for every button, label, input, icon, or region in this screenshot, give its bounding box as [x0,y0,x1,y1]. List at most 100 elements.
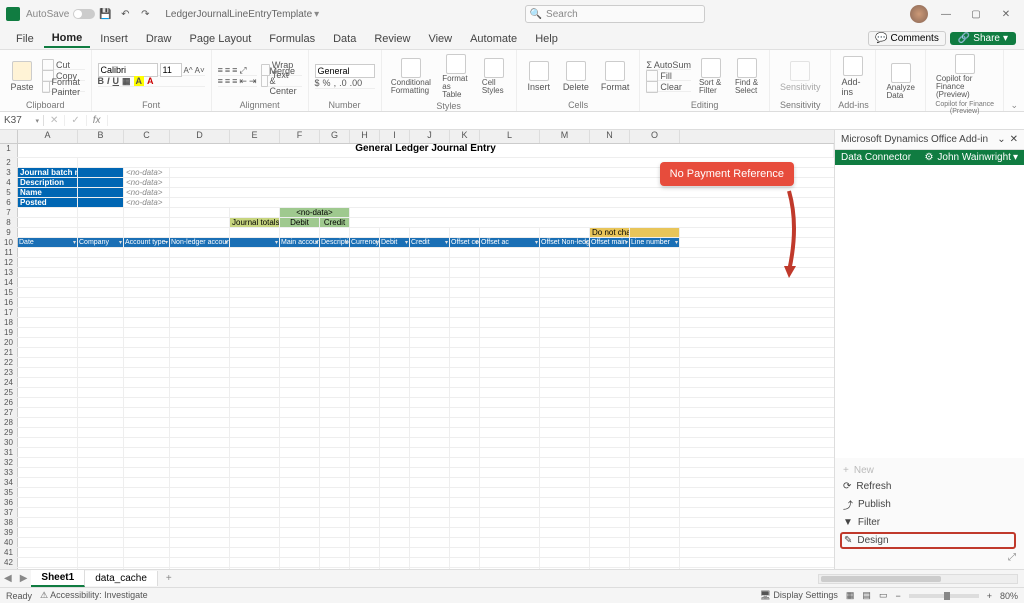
cell[interactable] [350,318,380,327]
cell[interactable] [170,218,230,227]
cell[interactable]: Offset main a [590,238,630,247]
cell[interactable] [350,568,380,569]
comments-button[interactable]: 💬 Comments [868,31,946,46]
cell[interactable] [630,398,680,407]
cell[interactable] [124,478,170,487]
cell[interactable] [590,378,630,387]
cell[interactable] [280,388,320,397]
cell[interactable] [380,378,410,387]
cell[interactable] [590,298,630,307]
cell[interactable] [480,488,540,497]
copilot-finance-button[interactable]: Copilot for Finance (Preview) [932,52,998,101]
cell[interactable] [280,418,320,427]
cell[interactable] [450,268,480,277]
cell[interactable] [280,358,320,367]
cell[interactable] [350,458,380,467]
cell[interactable] [124,568,170,569]
cell[interactable] [18,548,78,557]
cell[interactable] [320,568,350,569]
cell[interactable] [280,248,320,257]
row-header[interactable]: 33 [0,468,18,477]
cell[interactable] [170,308,230,317]
cell[interactable] [350,528,380,537]
cell[interactable] [280,408,320,417]
cell[interactable] [380,518,410,527]
cell[interactable] [320,228,350,237]
cell[interactable] [78,438,124,447]
cell[interactable] [280,478,320,487]
cell[interactable]: Date [18,238,78,247]
cell[interactable] [78,558,124,567]
cell[interactable] [630,328,680,337]
cell[interactable] [450,398,480,407]
cell[interactable] [230,498,280,507]
cell[interactable] [590,448,630,457]
cell[interactable] [230,508,280,517]
cell[interactable] [280,288,320,297]
row-header[interactable]: 40 [0,538,18,547]
cell[interactable] [630,508,680,517]
cell[interactable]: Offset company [450,238,480,247]
cell[interactable] [590,518,630,527]
cell[interactable] [18,248,78,257]
col-header[interactable]: L [480,130,540,143]
cell[interactable] [124,358,170,367]
indent-dec-icon[interactable]: ⇤ [239,76,247,87]
cell[interactable] [124,318,170,327]
cell[interactable] [630,528,680,537]
cell[interactable] [630,408,680,417]
document-title[interactable]: LedgerJournalLineEntryTemplate [165,9,312,20]
cell[interactable] [540,468,590,477]
cell[interactable]: Debit [380,238,410,247]
select-all-corner[interactable] [0,130,18,143]
cell[interactable] [78,218,124,227]
cell[interactable] [124,368,170,377]
cell[interactable]: Name [18,188,78,197]
cell[interactable] [124,288,170,297]
cell[interactable] [350,378,380,387]
cell[interactable] [170,408,230,417]
row-header[interactable]: 22 [0,358,18,367]
cell[interactable] [630,548,680,557]
cell[interactable] [320,258,350,267]
cell[interactable] [280,278,320,287]
cell[interactable] [78,398,124,407]
cell[interactable] [18,508,78,517]
cell[interactable] [230,518,280,527]
cell[interactable]: Journal totals [230,218,280,227]
cell[interactable] [630,248,680,257]
cell[interactable] [280,318,320,327]
cell[interactable] [590,538,630,547]
cell[interactable] [480,318,540,327]
cell[interactable] [230,568,280,569]
cell[interactable] [540,538,590,547]
row-header[interactable]: 25 [0,388,18,397]
cell[interactable] [124,248,170,257]
cell[interactable] [78,548,124,557]
row-header[interactable]: 17 [0,308,18,317]
row-header[interactable]: 30 [0,438,18,447]
cell[interactable] [170,518,230,527]
cell[interactable] [450,378,480,387]
cell[interactable] [630,268,680,277]
cell[interactable] [18,158,78,167]
cell[interactable] [230,308,280,317]
cell[interactable] [540,488,590,497]
cell[interactable] [380,258,410,267]
cell[interactable] [124,498,170,507]
cell[interactable] [18,348,78,357]
cell[interactable] [590,368,630,377]
merge-center-button[interactable]: Merge & Center [261,77,302,87]
inc-decimal-icon[interactable]: .0 [339,78,347,88]
cell[interactable] [540,558,590,567]
cell[interactable] [280,438,320,447]
cell[interactable] [230,488,280,497]
cell[interactable] [450,328,480,337]
maximize-icon[interactable]: ▢ [964,4,988,24]
tab-automate[interactable]: Automate [462,31,525,47]
cell[interactable] [280,398,320,407]
minimize-icon[interactable]: — [934,4,958,24]
search-input[interactable]: 🔍 Search [525,5,705,23]
cell[interactable] [170,378,230,387]
cell[interactable]: Offset Non-ledger acco [540,238,590,247]
